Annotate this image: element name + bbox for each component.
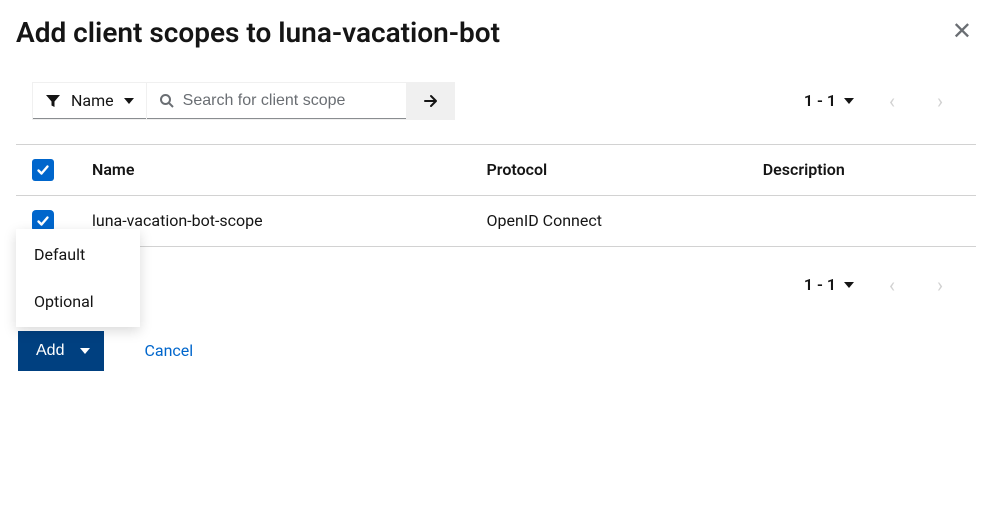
filter-type-label: Name [71, 91, 114, 110]
col-description-header: Description [763, 160, 960, 179]
pager-bottom-inner: 1 - 1 ‹ › [794, 267, 960, 303]
add-button[interactable]: Add [18, 331, 104, 371]
pager-range-dropdown[interactable]: 1 - 1 [794, 269, 864, 300]
pager-range-text: 1 - 1 [804, 275, 836, 294]
modal-header: Add client scopes to luna-vacation-bot ✕ [16, 16, 976, 74]
caret-down-icon [844, 282, 854, 288]
add-option-optional[interactable]: Optional [16, 278, 140, 325]
select-all-cell [32, 159, 92, 181]
pager-range-text: 1 - 1 [804, 91, 836, 110]
add-option-default[interactable]: Default [16, 231, 140, 278]
close-icon: ✕ [952, 18, 972, 45]
pager-prev-button[interactable]: ‹ [872, 267, 912, 303]
pager-top: 1 - 1 ‹ › [794, 83, 960, 119]
pager-bottom: 1 - 1 ‹ › [16, 247, 976, 307]
filter-type-dropdown[interactable]: Name [32, 82, 147, 120]
search-icon [159, 93, 175, 109]
table-header-row: Name Protocol Description [16, 144, 976, 196]
search-input[interactable] [183, 92, 394, 110]
check-icon [36, 214, 50, 228]
select-all-checkbox[interactable] [32, 159, 54, 181]
pager-prev-button[interactable]: ‹ [872, 83, 912, 119]
cancel-button[interactable]: Cancel [144, 341, 193, 360]
caret-down-icon [844, 98, 854, 104]
table-row: luna-vacation-bot-scope OpenID Connect [16, 196, 976, 247]
search-submit-button[interactable] [407, 82, 455, 120]
add-client-scopes-modal: Add client scopes to luna-vacation-bot ✕… [0, 0, 992, 395]
add-button-label: Add [36, 342, 64, 360]
caret-down-icon [80, 348, 90, 354]
row-name: luna-vacation-bot-scope [92, 211, 487, 230]
col-name-header: Name [92, 160, 487, 179]
toolbar: Name 1 - 1 ‹ [16, 74, 976, 128]
chevron-right-icon: › [937, 273, 943, 297]
search-group [147, 82, 455, 120]
pager-range-dropdown[interactable]: 1 - 1 [794, 85, 864, 116]
chevron-left-icon: ‹ [889, 89, 895, 113]
pager-next-button[interactable]: › [920, 83, 960, 119]
check-icon [36, 163, 50, 177]
scopes-table: Name Protocol Description luna-vacation-… [16, 144, 976, 247]
row-protocol: OpenID Connect [487, 211, 763, 230]
modal-footer: Default Optional Add Cancel [16, 307, 976, 379]
caret-down-icon [124, 98, 134, 104]
pager-next-button[interactable]: › [920, 267, 960, 303]
arrow-right-icon [422, 92, 440, 110]
close-button[interactable]: ✕ [948, 16, 976, 48]
chevron-left-icon: ‹ [889, 273, 895, 297]
col-protocol-header: Protocol [487, 160, 763, 179]
filter-icon [45, 93, 61, 109]
chevron-right-icon: › [937, 89, 943, 113]
add-dropdown-menu: Default Optional [16, 229, 140, 327]
modal-title: Add client scopes to luna-vacation-bot [16, 16, 500, 50]
search-input-wrap [147, 82, 407, 120]
